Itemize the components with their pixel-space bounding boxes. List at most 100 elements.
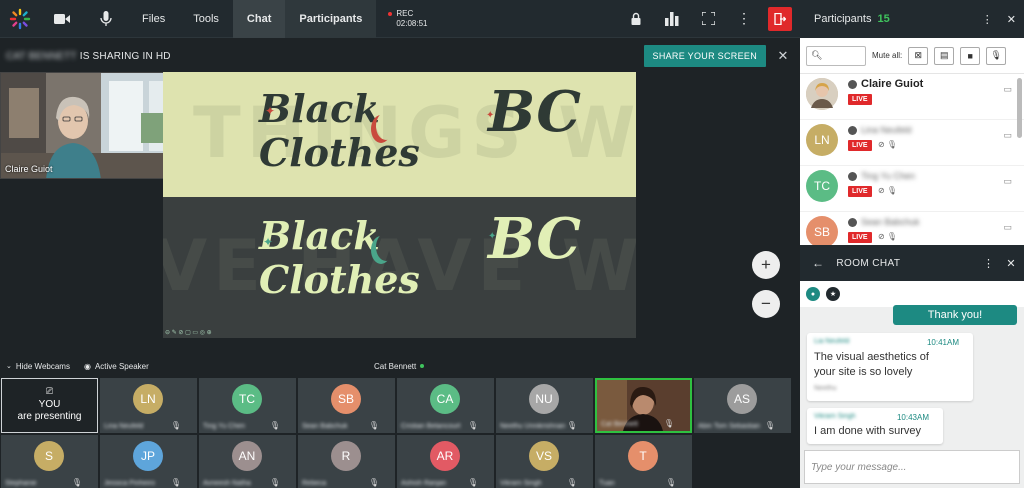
chat-message-input[interactable]: Type your message...: [804, 450, 1020, 484]
webcam-tile[interactable]: AS Abin Tom Sebastian 🎙︎: [694, 378, 791, 433]
mute-all-cameras-button[interactable]: ■: [960, 46, 981, 65]
speaker-icon: ◉: [83, 361, 91, 371]
chat-menu-button[interactable]: ⋮: [983, 257, 994, 270]
webcam-tile[interactable]: CA Cristian Betancourt 🎙︎: [397, 378, 494, 433]
participants-menu-button[interactable]: ⋮: [982, 13, 993, 26]
leave-meeting-button[interactable]: [768, 6, 792, 31]
webcam-tile[interactable]: Cat Bennett 🎙︎: [595, 378, 692, 433]
webcam-tile[interactable]: NU Neethu Unnikrishnan 🎙︎: [496, 378, 593, 433]
zoom-in-button[interactable]: +: [752, 251, 780, 279]
participant-avatar: JP: [133, 441, 163, 471]
participant-media-icons[interactable]: ⊘ 🎙︎: [878, 186, 897, 195]
chat-tab-starred[interactable]: ★: [826, 287, 840, 301]
webcam-tile[interactable]: R Rebeca 🎙︎: [298, 435, 395, 488]
presenting-label: are presenting: [17, 411, 82, 422]
participant-name: Ashish Ranjan: [401, 480, 447, 487]
stats-button[interactable]: [654, 0, 690, 38]
message-text: The visual aesthetics of your site is so…: [814, 351, 929, 378]
webcam-tile[interactable]: LN Lina Neufeld 🎙︎: [100, 378, 197, 433]
participant-avatar: SB: [331, 384, 361, 414]
presenter-webcam[interactable]: Claire Guiot: [0, 72, 190, 179]
sparkle-icon: ✦: [265, 104, 276, 118]
participant-row[interactable]: Claire Guiot LIVE ▭: [800, 74, 1024, 120]
chat-tab-room[interactable]: ●: [806, 287, 820, 301]
message-time: 10:43AM: [896, 413, 929, 422]
microphone-icon: [100, 10, 112, 26]
hide-webcams-toggle[interactable]: ⌄ Hide Webcams: [6, 362, 70, 371]
back-arrow-icon[interactable]: ←: [812, 256, 824, 270]
camera-toggle-button[interactable]: [40, 0, 84, 38]
mute-all-mics-button[interactable]: 🎙︎: [986, 46, 1007, 65]
video-conference-app: Files Tools Chat Participants REC 02:08:…: [0, 0, 1024, 488]
mic-muted-icon: 🎙︎: [269, 421, 280, 430]
screen-icon[interactable]: ▭: [1003, 176, 1012, 187]
webcam-tile[interactable]: VS Vikram Singh 🎙︎: [496, 435, 593, 488]
close-share-bar-button[interactable]: ✕: [766, 48, 800, 64]
chat-header: ← ROOM CHAT ⋮ ✕: [800, 245, 1024, 281]
online-dot-icon: [420, 364, 425, 368]
screen-icon[interactable]: ▭: [1003, 222, 1012, 233]
camera-icon: ■: [967, 50, 973, 61]
nav-chat[interactable]: Chat: [232, 0, 286, 38]
microphone-toggle-button[interactable]: [84, 0, 128, 38]
webcam-tile[interactable]: SB Sean Babchuk 🎙︎: [298, 378, 395, 433]
webcam-tile[interactable]: JP Jessica Pinheiro 🎙︎: [100, 435, 197, 488]
monogram-bottom: BC: [488, 206, 581, 272]
recording-indicator: REC 02:08:51: [388, 9, 427, 29]
message-text: I am done with survey: [814, 425, 921, 437]
participant-name-text: Claire Guiot: [861, 78, 924, 90]
sharer-name: CAT BENNETT: [6, 50, 77, 62]
chat-close-button[interactable]: ✕: [1006, 257, 1016, 270]
webcam-tile[interactable]: S Stephanie 🎙︎: [1, 435, 98, 488]
message-sender: Lia Neufeld: [814, 338, 850, 345]
sparkle-light-icon: ✦: [263, 235, 274, 249]
mute-all-chat-button[interactable]: ▤: [934, 46, 955, 65]
you-label: YOU: [38, 399, 61, 410]
mic-muted-icon: 🎙︎: [663, 419, 674, 428]
webcam-tile[interactable]: T Tuan 🎙︎: [595, 435, 692, 488]
exit-door-icon: [774, 12, 786, 25]
webcam-tile[interactable]: TC Ting Yu Chen 🎙︎: [199, 378, 296, 433]
slide-toolbar[interactable]: ⊖ ✎ ⊘ ▢ ▭ ◎ ⊕: [165, 329, 212, 336]
participant-media-icons[interactable]: ⊘ 🎙︎: [878, 140, 897, 149]
active-speaker-toggle[interactable]: ◉ Active Speaker: [84, 362, 149, 371]
message-time: 10:41AM: [926, 338, 959, 347]
sharing-text: IS SHARING IN HD: [79, 50, 171, 62]
nav-tools[interactable]: Tools: [179, 0, 233, 38]
participant-row[interactable]: LN Lina Neufeld LIVE ⊘ 🎙︎ ▭: [800, 120, 1024, 166]
participants-close-button[interactable]: ✕: [1007, 13, 1016, 26]
topbar-actions: ⋮: [618, 0, 800, 38]
my-message-bubble: Thank you!: [893, 305, 1017, 325]
more-options-button[interactable]: ⋮: [726, 0, 762, 38]
participant-search-input[interactable]: 🔍︎: [806, 45, 866, 66]
nav-participants[interactable]: Participants: [285, 0, 377, 38]
mic-muted-icon: 🎙︎: [71, 478, 82, 487]
participant-avatar: LN: [806, 124, 838, 156]
you-presenting-tile[interactable]: ⎚ YOU are presenting: [1, 378, 98, 433]
participant-name: Rebeca: [302, 480, 327, 487]
participant-list-scrollbar[interactable]: [1017, 78, 1022, 138]
participant-name-text: Sean Babchuk: [861, 217, 920, 227]
participant-avatar: [806, 78, 838, 110]
mic-icon: 🎙︎: [990, 50, 1002, 60]
fullscreen-button[interactable]: [690, 0, 726, 38]
share-screen-button[interactable]: SHARE YOUR SCREEN: [643, 45, 766, 67]
mute-all-screens-button[interactable]: ⊠: [908, 46, 929, 65]
lock-icon: [631, 12, 641, 25]
participant-media-icons[interactable]: ⊘ 🎙︎: [878, 232, 897, 241]
nav-files[interactable]: Files: [128, 0, 179, 38]
participant-name: Tuan: [599, 480, 615, 487]
lock-button[interactable]: [618, 0, 654, 38]
webcam-tile[interactable]: AR Ashish Ranjan 🎙︎: [397, 435, 494, 488]
screen-icon[interactable]: ▭: [1003, 84, 1012, 95]
mic-muted-icon: 🎙︎: [764, 421, 775, 430]
webcam-tile[interactable]: AN Avneesh Natha 🎙︎: [199, 435, 296, 488]
screen-icon[interactable]: ▭: [1003, 130, 1012, 141]
record-dot-icon: [388, 11, 393, 16]
participant-row[interactable]: TC Ting Yu Chen LIVE ⊘ 🎙︎ ▭: [800, 166, 1024, 212]
zoom-out-button[interactable]: −: [752, 290, 780, 318]
participant-name-text: Ting Yu Chen: [861, 171, 916, 181]
app-logo: [0, 0, 40, 38]
participant-name-text: Lina Neufeld: [861, 125, 912, 135]
rec-label: REC: [396, 8, 414, 18]
